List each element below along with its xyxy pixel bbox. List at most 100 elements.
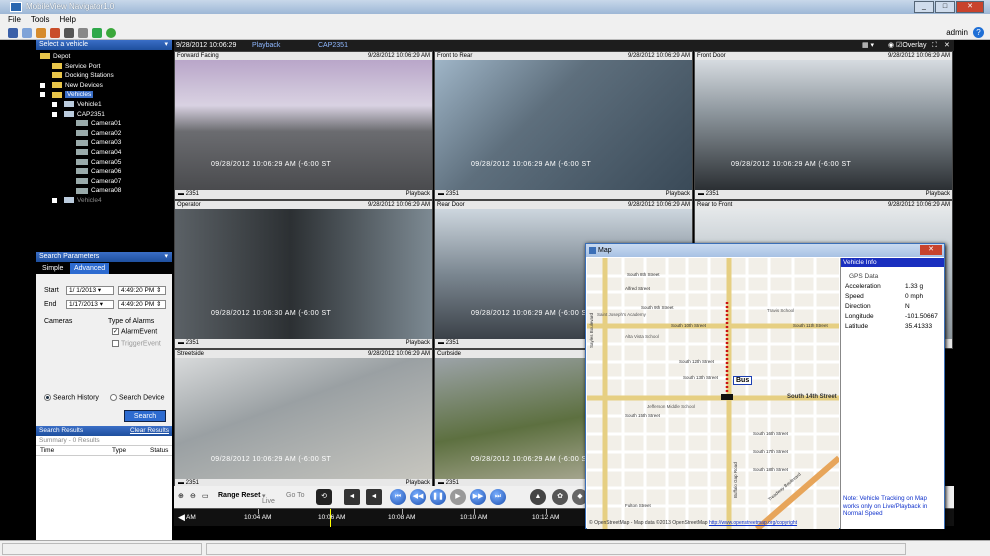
expand-icon[interactable] (40, 92, 45, 98)
end-time-value: 4:49:20 PM (121, 301, 155, 308)
minimize-button[interactable]: _ (914, 1, 934, 13)
expand-icon[interactable] (40, 82, 45, 88)
timeline-left-arrow[interactable]: ◀ (178, 512, 185, 523)
network-icon[interactable] (92, 28, 102, 38)
map-copyright: © OpenStreetMap - Map data ©2013 OpenStr… (589, 520, 797, 526)
tools-icon[interactable] (78, 28, 88, 38)
search-history-radio[interactable]: Search History (44, 394, 99, 401)
export-icon[interactable] (36, 28, 46, 38)
start-date-field[interactable]: 1/ 1/2013 ▾ (66, 286, 114, 295)
camera-view[interactable]: Front to Rear 9/28/2012 10:06:29 AM 09/28/… (434, 51, 693, 200)
pause-icon[interactable]: ❚❚ (430, 489, 446, 505)
col-status[interactable]: Status (150, 446, 168, 456)
vehicle-tree[interactable]: Depot Service Port Docking Stations New Dev… (36, 50, 172, 253)
mute-icon[interactable]: ◄ (344, 489, 360, 505)
fullscreen-icon[interactable]: ⛶ (932, 40, 937, 51)
col-time[interactable]: Time (40, 446, 54, 456)
expand-icon[interactable] (52, 197, 57, 203)
map-title-bar[interactable]: Map (586, 244, 944, 257)
camera-video-frame[interactable] (435, 60, 692, 190)
tree-item[interactable]: Camera05 (36, 158, 172, 168)
camera-view[interactable]: Forward Facing 9/28/2012 10:06:29 AM 09/28… (174, 51, 433, 200)
tree-item[interactable]: Vehicle1 (36, 100, 172, 110)
tree-item[interactable]: CAP2351 (36, 110, 172, 120)
camera-view[interactable]: Streetside 9/28/2012 10:06:29 AM 09/28/201… (174, 349, 433, 489)
search-device-radio[interactable]: Search Device (110, 394, 165, 401)
skip-back-icon[interactable]: ⏮ (390, 489, 406, 505)
sync-icon[interactable]: ⟲ (316, 489, 332, 505)
camera-video-frame[interactable] (175, 209, 432, 339)
close-button[interactable]: ✕ (956, 1, 984, 13)
camera-video-frame[interactable] (175, 358, 432, 482)
tree-item[interactable]: Camera08 (36, 186, 172, 196)
rewind-icon[interactable]: ◀◀ (410, 489, 426, 505)
menu-file[interactable]: File (8, 14, 21, 26)
tree-item[interactable]: Vehicle4 (36, 196, 172, 206)
help-icon[interactable]: ? (973, 27, 984, 38)
tree-item[interactable]: Camera07 (36, 177, 172, 187)
tree-item[interactable]: Camera06 (36, 167, 172, 177)
goto-button[interactable]: Go To (286, 492, 305, 499)
range-reset-button[interactable]: Range Reset (218, 492, 260, 499)
left-panel: Select a vehicle ▾ Depot Service Port Docki… (36, 40, 172, 540)
end-time-field[interactable]: 4:49:20 PM ⇕ (118, 300, 166, 309)
tree-item[interactable]: Vehicles (36, 90, 172, 100)
status-panel (2, 543, 202, 555)
tree-item[interactable]: Camera04 (36, 148, 172, 158)
tag-icon[interactable] (50, 28, 60, 38)
end-date-field[interactable]: 1/17/2013 ▾ (66, 300, 114, 309)
start-time-value: 4:49:20 PM (121, 287, 155, 294)
play-icon[interactable]: ▶ (450, 489, 466, 505)
expand-icon[interactable] (52, 101, 57, 107)
trigger-event-checkbox[interactable]: TriggerEvent (112, 340, 161, 347)
tree-item[interactable]: Service Port (36, 62, 172, 72)
fast-forward-icon[interactable]: ▶▶ (470, 489, 486, 505)
tab-advanced[interactable]: Advanced (70, 263, 110, 274)
overlay-toggle[interactable]: ◉ ☑ Overlay (888, 40, 926, 51)
street-map[interactable]: South 8th Street Alfred Street South 9th… (587, 258, 839, 529)
collapse-icon[interactable]: ▾ (164, 40, 168, 50)
live-dropdown[interactable]: Live ▾ (262, 492, 275, 505)
tree-item[interactable]: Camera03 (36, 138, 172, 148)
maximize-button[interactable]: □ (935, 1, 955, 13)
camera-video-frame[interactable] (175, 60, 432, 190)
camera-icon[interactable] (64, 28, 74, 38)
zoom-out-icon[interactable]: ⊖ (190, 492, 196, 500)
folder-icon (52, 82, 62, 89)
tree-item[interactable]: Camera01 (36, 119, 172, 129)
map-copyright-link[interactable]: http://www.openstreetmap.org/copyright (709, 520, 797, 526)
tree-item[interactable]: Depot (36, 52, 172, 62)
clear-results-link[interactable]: Clear Results (130, 426, 169, 436)
tree-item[interactable]: Docking Stations (36, 71, 172, 81)
camera-icon (76, 149, 88, 156)
bus-marker[interactable]: Bus (733, 376, 753, 385)
menu-help[interactable]: Help (59, 14, 75, 26)
zoom-in-icon[interactable]: ⊕ (178, 492, 184, 500)
start-time-field[interactable]: 4:49:20 PM ⇕ (118, 286, 166, 295)
menu-tools[interactable]: Tools (31, 14, 50, 26)
camera-video-frame[interactable] (695, 60, 952, 190)
close-view-icon[interactable]: ✕ (944, 40, 950, 51)
grid-layout-icon[interactable]: ▦ ▾ (862, 40, 874, 51)
tree-item[interactable]: New Devices (36, 81, 172, 91)
map-window[interactable]: Map ✕ South 8th Street Alfred Street Sou… (585, 243, 945, 529)
volume-icon[interactable]: ◄ (366, 489, 382, 505)
camera-view[interactable]: Operator 9/28/2012 10:06:29 AM 09/28/2012 … (174, 200, 433, 349)
alarm-event-checkbox[interactable]: ✓ AlarmEvent (112, 328, 157, 335)
settings-gear-icon[interactable] (106, 28, 116, 38)
skip-forward-icon[interactable]: ⏭ (490, 489, 506, 505)
collapse-icon[interactable]: ▾ (164, 252, 168, 262)
open-icon[interactable] (8, 28, 18, 38)
tab-simple[interactable]: Simple (38, 263, 67, 274)
expand-icon[interactable] (52, 111, 57, 117)
range-icon[interactable]: ▭ (202, 492, 209, 500)
calendar-icon[interactable] (22, 28, 32, 38)
video-header: 9/28/2012 10:06:29 Playback CAP2351 ▦ ▾ … (174, 40, 954, 51)
snapshot-icon[interactable]: ▲ (530, 489, 546, 505)
film-reel-icon[interactable]: ✿ (552, 489, 568, 505)
map-close-button[interactable]: ✕ (920, 245, 942, 255)
col-type[interactable]: Type (112, 446, 126, 456)
camera-view[interactable]: Front Door 9/28/2012 10:06:29 AM 09/28/201… (694, 51, 953, 200)
tree-item[interactable]: Camera02 (36, 129, 172, 139)
search-button[interactable]: Search (124, 410, 166, 422)
